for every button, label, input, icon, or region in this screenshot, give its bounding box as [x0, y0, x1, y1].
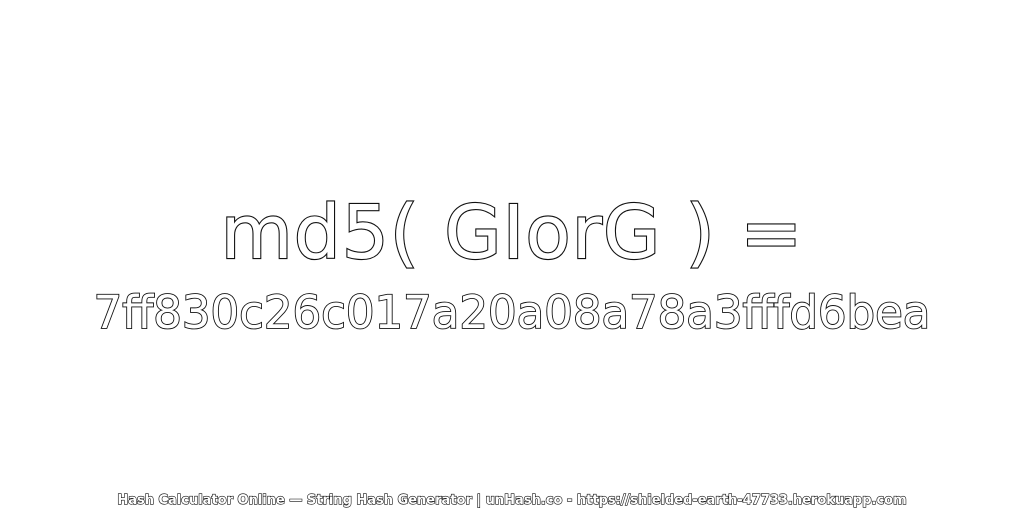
md5-hash-value: 7ff830c26c017a20a08a78a3fffd6bea [93, 285, 932, 340]
footer-credit: Hash Calculator Online — String Hash Gen… [117, 492, 908, 508]
hash-result-image: md5( GIorG ) = 7ff830c26c017a20a08a78a3f… [0, 0, 1024, 512]
md5-expression: md5( GIorG ) = [220, 189, 804, 277]
